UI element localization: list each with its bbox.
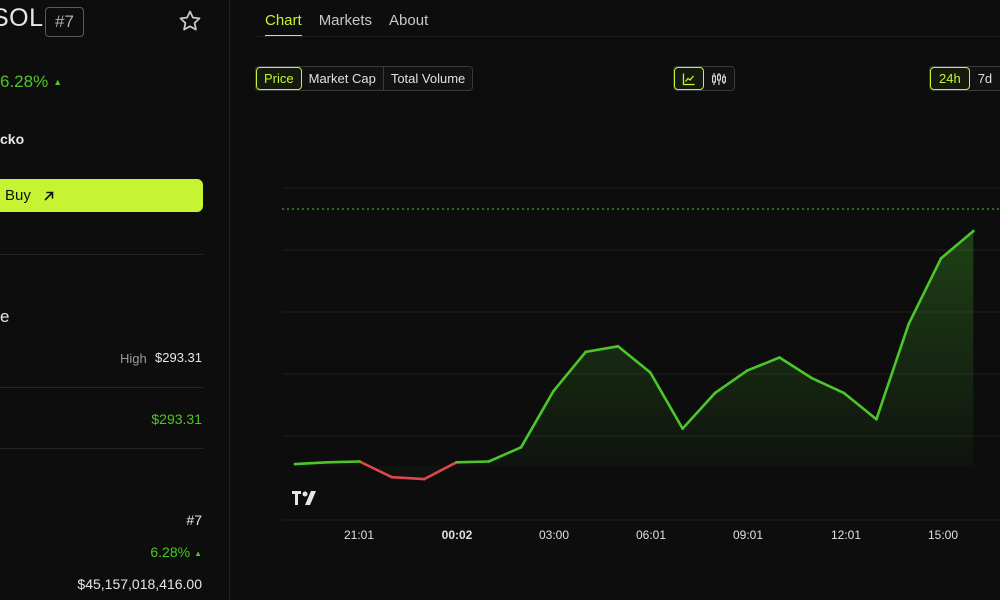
price-point — [358, 460, 361, 463]
price-change-value: 6.28% — [0, 72, 49, 91]
price-line-segment — [325, 460, 361, 464]
metric-total-volume-button[interactable]: Total Volume — [383, 67, 473, 90]
tabs-divider — [255, 36, 1000, 37]
star-icon[interactable] — [178, 9, 202, 33]
price-point — [778, 356, 781, 359]
price-line-segment — [390, 475, 426, 481]
price-line-segment — [552, 350, 588, 393]
candlestick-button[interactable] — [704, 67, 734, 90]
tab-about[interactable]: About — [389, 12, 428, 37]
high-label: High — [120, 351, 147, 366]
metric-market-cap-button[interactable]: Market Cap — [301, 67, 384, 90]
market-cap-value: $45,157,018,416.00 — [77, 576, 202, 592]
x-tick-label: 03:00 — [539, 528, 569, 542]
change-value-text: 6.28% — [150, 544, 191, 560]
price-line-segment — [939, 229, 975, 260]
line-chart-button[interactable] — [674, 67, 704, 90]
time-range-selector: 24h 7d — [929, 66, 1000, 91]
price-point — [745, 369, 749, 372]
price-line-segment — [293, 460, 329, 466]
candlestick-icon — [712, 72, 726, 85]
price-point — [649, 371, 652, 374]
price-point — [422, 477, 426, 481]
x-tick-label: 15:00 — [928, 528, 958, 542]
price-point — [390, 475, 394, 479]
price-point — [810, 376, 814, 380]
price-line-segment — [455, 460, 491, 464]
price-line-segment — [907, 257, 943, 326]
price-point — [681, 427, 684, 430]
price-area-fill — [295, 231, 974, 480]
range-24h-button[interactable]: 24h — [930, 67, 970, 90]
price-point — [487, 460, 491, 463]
chart-type-selector — [673, 66, 735, 91]
tab-chart[interactable]: Chart — [265, 12, 302, 37]
range-7d-button[interactable]: 7d — [969, 67, 1000, 90]
price-point — [842, 391, 846, 395]
price-point — [455, 461, 458, 464]
price-point — [907, 322, 910, 326]
metric-selector: Price Market Cap Total Volume — [255, 66, 474, 91]
coin-info-panel: SOL #7 6.28% ▲ cko Buy e High $293.31 $29… — [0, 0, 230, 600]
x-tick-label: 21:01 — [344, 528, 374, 542]
line-chart-icon — [682, 73, 695, 85]
divider — [0, 387, 203, 388]
divider — [0, 254, 203, 255]
x-tick-label: 06:01 — [636, 528, 666, 542]
price-line-segment — [584, 344, 620, 354]
price-line-segment — [616, 344, 652, 374]
price-point — [616, 345, 620, 348]
price-line-segment — [422, 460, 458, 481]
price-line-segment — [875, 322, 911, 421]
external-arrow-icon — [44, 191, 54, 200]
section-heading: e — [0, 307, 10, 326]
coin-symbol: SOL — [0, 4, 44, 32]
price-point — [713, 391, 717, 395]
price-line-segment — [745, 356, 781, 372]
metric-price-button[interactable]: Price — [256, 67, 302, 90]
source-label: cko — [0, 131, 25, 147]
market-cap-rank-value: #7 — [186, 512, 202, 528]
price-line-segment — [842, 391, 878, 421]
price-value: $293.31 — [151, 411, 202, 427]
x-tick-label: 00:02 — [442, 528, 473, 542]
change-value: 6.28% ▲ — [150, 544, 202, 560]
tradingview-logo — [292, 491, 316, 505]
price-point — [293, 462, 297, 466]
price-line-segment — [358, 460, 394, 479]
price-line-segment — [681, 391, 717, 430]
price-point — [939, 257, 943, 260]
price-line-segment — [713, 369, 749, 395]
price-point — [875, 418, 878, 421]
divider — [0, 448, 203, 449]
price-point — [552, 389, 555, 393]
price-point — [326, 461, 329, 464]
price-change-24h: 6.28% ▲ — [0, 72, 62, 92]
content-tabs: Chart Markets About — [265, 12, 428, 37]
price-point — [519, 446, 523, 449]
up-triangle-icon: ▲ — [53, 77, 63, 87]
buy-button-label: Buy — [5, 187, 31, 204]
x-tick-label: 12:01 — [831, 528, 861, 542]
price-line-segment — [487, 445, 523, 463]
price-line-segment — [778, 356, 814, 380]
x-tick-label: 09:01 — [733, 528, 763, 542]
price-line-segment — [810, 376, 846, 395]
price-point — [972, 229, 975, 233]
price-line-segment — [648, 371, 684, 430]
buy-button[interactable]: Buy — [0, 179, 203, 212]
up-triangle-icon: ▲ — [194, 549, 202, 558]
price-line-segment — [519, 389, 555, 449]
price-point — [584, 350, 587, 354]
high-value: $293.31 — [155, 350, 202, 365]
tab-markets[interactable]: Markets — [319, 12, 372, 37]
rank-badge: #7 — [45, 7, 84, 37]
